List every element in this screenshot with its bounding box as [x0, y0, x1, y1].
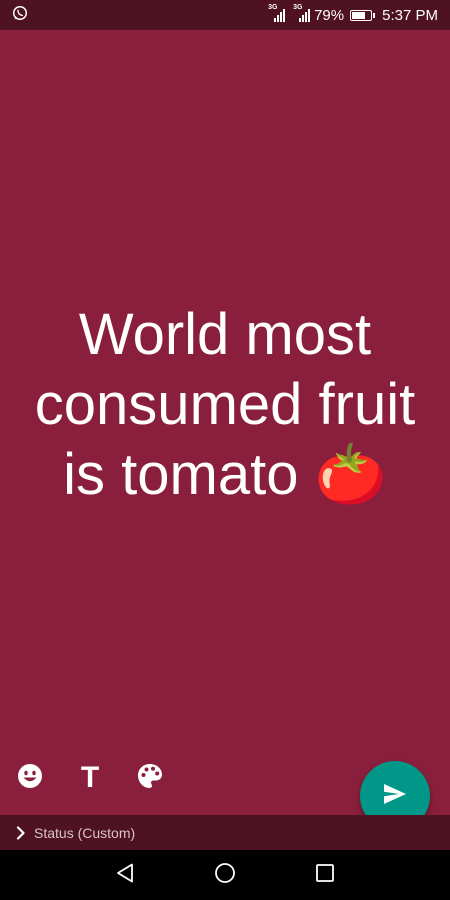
- whatsapp-icon: [12, 5, 28, 26]
- status-text-line-2: consumed fruit: [34, 372, 416, 437]
- background-color-button[interactable]: [130, 758, 170, 798]
- send-icon: [382, 781, 408, 812]
- back-button[interactable]: [112, 862, 138, 888]
- emoji-icon: [16, 762, 44, 795]
- emoji-button[interactable]: [10, 758, 50, 798]
- status-privacy-bar[interactable]: Status (Custom): [0, 815, 450, 850]
- text-style-button[interactable]: T: [70, 758, 110, 798]
- chevron-right-icon: [16, 825, 26, 840]
- text-style-label: T: [80, 761, 100, 794]
- sim2-network-label: 3G: [293, 4, 303, 11]
- status-privacy-label: Status (Custom): [34, 824, 136, 841]
- back-triangle-icon: [114, 862, 136, 889]
- recents-button[interactable]: [312, 862, 338, 888]
- signal-sim1-icon: 3G: [268, 4, 286, 22]
- home-circle-icon: [214, 862, 236, 889]
- signal-sim2-icon: 3G: [293, 4, 311, 22]
- status-time: 5:37 PM: [382, 6, 438, 24]
- status-left: [12, 5, 28, 26]
- battery-fill: [352, 11, 366, 19]
- status-text-input[interactable]: World most consumed fruit is tomato 🍅: [0, 300, 450, 510]
- navigation-bar: [0, 850, 450, 900]
- status-text-line-3: is tomato 🍅: [63, 442, 387, 507]
- battery-icon: [350, 9, 376, 21]
- palette-icon: [136, 762, 164, 795]
- status-right: 3G 3G 79% 5:37 PM: [268, 4, 438, 24]
- sim1-network-label: 3G: [268, 4, 278, 11]
- battery-percent: 79%: [314, 6, 345, 24]
- recents-square-icon: [314, 862, 336, 889]
- status-bar: 3G 3G 79% 5:37 PM: [0, 0, 450, 30]
- status-text-line-1: World most: [78, 302, 372, 367]
- home-button[interactable]: [212, 862, 238, 888]
